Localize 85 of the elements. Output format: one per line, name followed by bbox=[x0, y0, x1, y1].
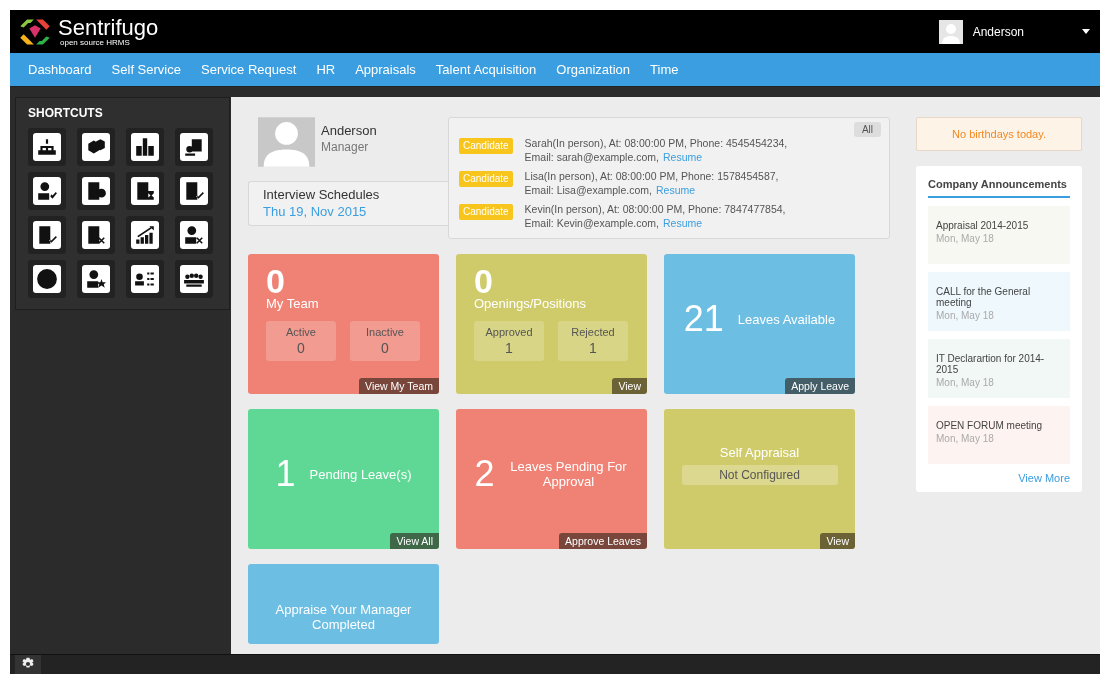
interview-details: Lisa(In person), At: 08:00:00 PM, Phone: 1578454587, bbox=[524, 169, 779, 183]
candidate-badge: Candidate bbox=[459, 138, 513, 154]
tile-number: 2 bbox=[474, 453, 495, 495]
shortcut-button[interactable] bbox=[77, 260, 115, 298]
person-tools-icon bbox=[180, 221, 208, 249]
tile-action-button[interactable]: Apply Leave bbox=[785, 378, 855, 394]
growth-chart-icon bbox=[131, 221, 159, 249]
announcement-item[interactable]: CALL for the General meeting Mon, May 18 bbox=[928, 272, 1070, 331]
tile-message: Appraise Your Manager Completed bbox=[274, 602, 413, 632]
stat-value: 0 bbox=[297, 340, 305, 356]
tile-label: Leaves Available bbox=[737, 311, 836, 327]
document-check-icon bbox=[33, 221, 61, 249]
person-list-icon bbox=[131, 265, 159, 293]
interview-email: Email: sarah@example.com, bbox=[524, 150, 659, 164]
status-box: Not Configured bbox=[681, 465, 838, 485]
shortcut-button[interactable] bbox=[126, 216, 164, 254]
settings-button[interactable] bbox=[15, 655, 41, 674]
shortcut-button[interactable] bbox=[175, 216, 213, 254]
stat-label: Active bbox=[286, 326, 316, 338]
tile-number: 1 bbox=[275, 453, 296, 495]
shortcut-button[interactable] bbox=[77, 172, 115, 210]
tile-action-button[interactable]: View All bbox=[390, 533, 439, 549]
shortcut-button[interactable] bbox=[126, 260, 164, 298]
tile-action-button[interactable]: View bbox=[820, 533, 855, 549]
shortcut-button[interactable] bbox=[28, 216, 66, 254]
interview-schedules-tab[interactable]: Interview Schedules Thu 19, Nov 2015 bbox=[248, 181, 448, 226]
document-check-icon bbox=[180, 177, 208, 205]
tile-action-button[interactable]: View My Team bbox=[359, 378, 439, 394]
tile-label: Openings/Positions bbox=[474, 296, 587, 311]
profile-role: Manager bbox=[321, 140, 370, 154]
tile-title: Self Appraisal bbox=[719, 445, 800, 460]
document-cross-icon bbox=[82, 221, 110, 249]
interview-email: Email: Lisa@example.com, bbox=[524, 183, 652, 197]
settings-icon bbox=[21, 657, 35, 671]
announcement-item[interactable]: Appraisal 2014-2015 Mon, May 18 bbox=[928, 206, 1070, 264]
org-chart-icon bbox=[33, 133, 61, 161]
user-name[interactable]: Anderson bbox=[972, 24, 1024, 39]
meeting-icon bbox=[180, 265, 208, 293]
shortcut-button[interactable] bbox=[77, 216, 115, 254]
interview-details: Kevin(In person), At: 08:00:00 PM, Phone: 7847477854, bbox=[524, 202, 786, 216]
person-document-icon bbox=[180, 133, 208, 161]
brand-name: Sentrifugo bbox=[58, 16, 159, 39]
caret-icon[interactable] bbox=[1082, 29, 1090, 34]
announcements-title: Company Announcements bbox=[928, 178, 1070, 198]
tile-number: 0 bbox=[474, 266, 493, 296]
stat-value: 1 bbox=[505, 340, 513, 356]
candidate-badge: Candidate bbox=[459, 204, 513, 220]
shortcut-button[interactable] bbox=[28, 128, 66, 166]
candidate-badge: Candidate bbox=[459, 171, 513, 187]
shortcut-button[interactable] bbox=[77, 128, 115, 166]
shortcut-button[interactable] bbox=[175, 172, 213, 210]
profile-picture-icon bbox=[258, 117, 315, 167]
shortcut-button[interactable] bbox=[175, 128, 213, 166]
birthday-notice: No birthdays today. bbox=[916, 117, 1082, 151]
brand-tagline: open source HRMS bbox=[60, 38, 130, 47]
interview-title: Interview Schedules bbox=[263, 187, 380, 202]
interview-date: Thu 19, Nov 2015 bbox=[263, 204, 367, 219]
tile-action-button[interactable]: View bbox=[612, 378, 647, 394]
tile-action-button[interactable]: Approve Leaves bbox=[559, 533, 647, 549]
person-check-icon bbox=[33, 177, 61, 205]
announcement-item[interactable]: IT Declarartion for 2014-2015 Mon, May 18 bbox=[928, 339, 1070, 398]
profile-name: Anderson bbox=[321, 123, 377, 138]
tile-label: Leaves Pending For Approval bbox=[509, 459, 628, 489]
tile-number: 21 bbox=[683, 298, 724, 340]
shortcut-button[interactable] bbox=[28, 260, 66, 298]
shortcut-button[interactable] bbox=[175, 260, 213, 298]
announcement-item[interactable]: OPEN FORUM meeting Mon, May 18 bbox=[928, 406, 1070, 464]
document-hourglass-icon bbox=[131, 177, 159, 205]
stat-value: 1 bbox=[589, 340, 597, 356]
avatar-icon[interactable] bbox=[938, 19, 963, 44]
stat-label: Inactive bbox=[366, 326, 404, 338]
interview-email: Email: Kevin@example.com, bbox=[524, 216, 659, 230]
stat-label: Approved bbox=[485, 326, 533, 338]
tile-number: 0 bbox=[266, 266, 286, 296]
stat-label: Rejected bbox=[571, 326, 615, 338]
shortcut-button[interactable] bbox=[126, 128, 164, 166]
view-more-link[interactable]: View More bbox=[1018, 472, 1070, 484]
tile-label: Pending Leave(s) bbox=[309, 466, 412, 482]
stat-value: 0 bbox=[381, 340, 389, 356]
interview-details: Sarah(In person), At: 08:00:00 PM, Phone: 4545454234, bbox=[524, 136, 788, 150]
all-button[interactable]: All bbox=[853, 122, 881, 137]
shortcut-button[interactable] bbox=[28, 172, 66, 210]
shortcut-button[interactable] bbox=[126, 172, 164, 210]
tile-label: My Team bbox=[266, 296, 320, 311]
shortcuts-title: SHORTCUTS bbox=[28, 106, 104, 120]
